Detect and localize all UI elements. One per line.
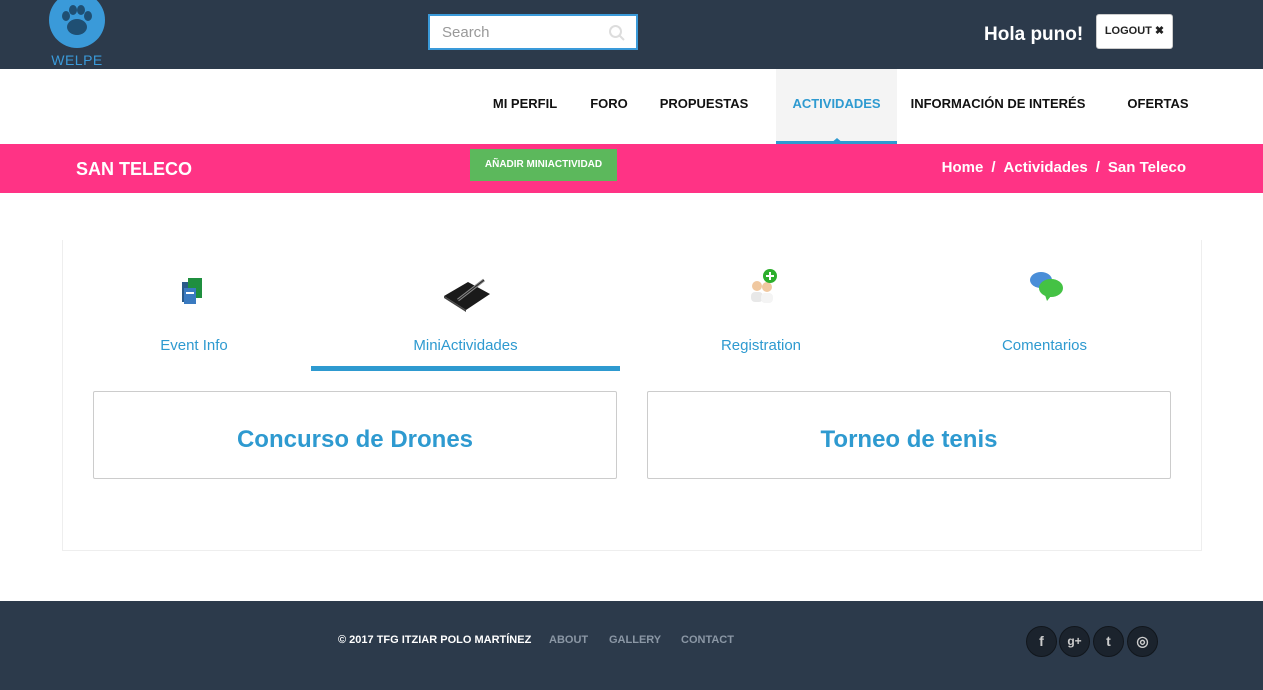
brand-logo[interactable]: WELPE bbox=[48, 0, 106, 69]
breadcrumb-actividades[interactable]: Actividades bbox=[1004, 159, 1088, 176]
activity-panel: Event Info MiniActividades Registration … bbox=[62, 240, 1202, 551]
dribbble-icon[interactable]: ◎ bbox=[1127, 626, 1158, 657]
add-user-icon bbox=[733, 266, 789, 312]
tab-registration[interactable]: Registration bbox=[620, 240, 902, 370]
event-info-icon bbox=[166, 266, 222, 312]
chat-bubbles-icon bbox=[1017, 266, 1073, 312]
footer-link-contact[interactable]: CONTACT bbox=[681, 634, 734, 646]
search-input[interactable] bbox=[430, 16, 600, 48]
top-header: WELPE Hola puno! LOGOUT ✖ bbox=[0, 0, 1263, 69]
add-miniactividad-button[interactable]: AÑADIR MINIACTIVIDAD bbox=[470, 149, 617, 181]
search-icon[interactable] bbox=[608, 24, 626, 42]
user-greeting: Hola puno! bbox=[984, 24, 1084, 45]
brand-name: WELPE bbox=[51, 52, 103, 68]
tab-event-info[interactable]: Event Info bbox=[63, 240, 325, 370]
page-title: SAN TELECO bbox=[76, 159, 193, 179]
miniactividad-card[interactable]: Concurso de Drones bbox=[93, 391, 617, 479]
breadcrumb: Home / Actividades / San Teleco bbox=[942, 159, 1186, 176]
footer: © 2017 TFG ITZIAR POLO MARTÍNEZ ABOUT GA… bbox=[0, 601, 1263, 690]
nav-item-informacion[interactable]: INFORMACIÓN DE INTERÉS bbox=[908, 69, 1088, 144]
paw-icon bbox=[49, 0, 105, 48]
main-nav: MI PERFIL FORO PROPUESTAS ACTIVIDADES IN… bbox=[0, 69, 1263, 144]
miniactividad-card[interactable]: Torneo de tenis bbox=[647, 391, 1171, 479]
breadcrumb-home[interactable]: Home bbox=[942, 159, 984, 176]
breadcrumb-current: San Teleco bbox=[1107, 159, 1186, 176]
google-plus-icon[interactable]: g+ bbox=[1059, 626, 1090, 657]
notebook-pen-icon bbox=[438, 266, 494, 312]
search-box bbox=[428, 14, 638, 50]
nav-item-foro[interactable]: FORO bbox=[584, 69, 634, 144]
tab-comentarios[interactable]: Comentarios bbox=[902, 240, 1187, 370]
nav-item-actividades[interactable]: ACTIVIDADES bbox=[776, 69, 897, 144]
breadcrumb-separator: / bbox=[1095, 159, 1100, 176]
facebook-icon[interactable]: f bbox=[1026, 626, 1057, 657]
nav-item-mi-perfil[interactable]: MI PERFIL bbox=[487, 69, 563, 144]
tab-label: Registration bbox=[720, 337, 802, 354]
title-bar: SAN TELECO AÑADIR MINIACTIVIDAD Home / Act… bbox=[0, 144, 1263, 193]
breadcrumb-separator: / bbox=[991, 159, 996, 176]
footer-link-gallery[interactable]: GALLERY bbox=[609, 634, 661, 646]
footer-link-about[interactable]: ABOUT bbox=[549, 634, 588, 646]
tab-label: Event Info bbox=[160, 337, 228, 354]
tab-miniactividades[interactable]: MiniActividades bbox=[311, 240, 620, 371]
footer-copyright: © 2017 TFG ITZIAR POLO MARTÍNEZ bbox=[338, 634, 532, 646]
nav-item-label: ACTIVIDADES bbox=[792, 96, 881, 111]
twitter-icon[interactable]: t bbox=[1093, 626, 1124, 657]
tab-label: Comentarios bbox=[1001, 337, 1088, 354]
tab-label: MiniActividades bbox=[413, 337, 518, 354]
logout-button[interactable]: LOGOUT ✖ bbox=[1096, 14, 1173, 49]
nav-item-propuestas[interactable]: PROPUESTAS bbox=[655, 69, 753, 144]
nav-item-ofertas[interactable]: OFERTAS bbox=[1122, 69, 1194, 144]
